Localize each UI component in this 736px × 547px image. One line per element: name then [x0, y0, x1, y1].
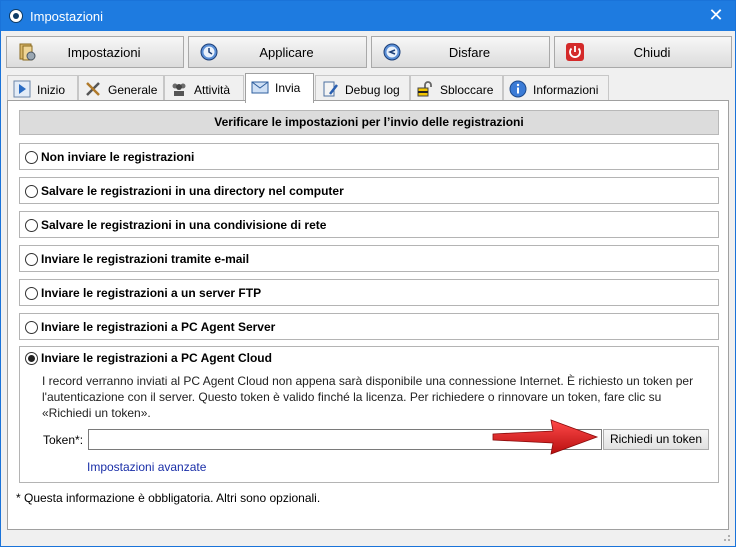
tab-debug-log[interactable]: Debug log [315, 75, 410, 101]
option-email[interactable]: Inviare le registrazioni tramite e-mail [19, 245, 719, 272]
envelope-icon [251, 81, 269, 94]
option-label: Salvare le registrazioni in una condivis… [41, 218, 327, 232]
app-logo-icon [9, 9, 23, 23]
impostazioni-button[interactable]: Impostazioni [6, 36, 184, 68]
option-no-send[interactable]: Non inviare le registrazioni [19, 143, 719, 170]
info-icon [509, 80, 527, 98]
disfare-button[interactable]: Disfare [371, 36, 550, 68]
tab-sbloccare[interactable]: Sbloccare [410, 75, 503, 101]
tab-informazioni[interactable]: Informazioni [503, 75, 609, 101]
tab-sbloccare-label: Sbloccare [440, 83, 494, 97]
radio-directory[interactable] [25, 185, 38, 198]
option-label: Inviare le registrazioni a PC Agent Serv… [41, 320, 276, 334]
tab-informazioni-label: Informazioni [533, 83, 599, 97]
radio-agent-server[interactable] [25, 321, 38, 334]
resize-grip-icon[interactable] [721, 532, 731, 542]
tab-attivita-label: Attività [194, 83, 231, 97]
impostazioni-label: Impostazioni [67, 45, 141, 60]
request-token-button[interactable]: Richiedi un token [603, 429, 709, 450]
token-label: Token*: [43, 433, 84, 447]
option-directory[interactable]: Salvare le registrazioni in una director… [19, 177, 719, 204]
option-cloud-label[interactable]: Inviare le registrazioni a PC Agent Clou… [41, 351, 272, 365]
chiudi-label: Chiudi [633, 45, 671, 60]
applicare-button[interactable]: Applicare [188, 36, 367, 68]
tab-invia-label: Invia [275, 81, 301, 95]
advanced-settings-link[interactable]: Impostazioni avanzate [87, 460, 206, 474]
document-pen-icon [323, 81, 338, 97]
chiudi-button[interactable]: Chiudi [554, 36, 732, 68]
option-ftp[interactable]: Inviare le registrazioni a un server FTP [19, 279, 719, 306]
option-label: Inviare le registrazioni tramite e-mail [41, 252, 250, 266]
option-label: Salvare le registrazioni in una director… [41, 184, 344, 198]
settings-window: Impostazioni ✕ Impostazioni Applicare Di… [0, 0, 736, 547]
option-agent-server[interactable]: Inviare le registrazioni a PC Agent Serv… [19, 313, 719, 340]
window-title: Impostazioni [30, 9, 103, 24]
applicare-label: Applicare [259, 45, 314, 60]
close-window-button[interactable]: ✕ [703, 5, 729, 27]
radio-no-send[interactable] [25, 151, 38, 164]
users-icon [172, 83, 186, 96]
title-bar: Impostazioni ✕ [1, 1, 735, 31]
red-arrow-annotation [492, 419, 599, 455]
tools-icon [86, 82, 100, 96]
radio-email[interactable] [25, 253, 38, 266]
option-agent-cloud: Inviare le registrazioni a PC Agent Clou… [19, 346, 719, 483]
tab-debug-log-label: Debug log [345, 83, 400, 97]
radio-network-share[interactable] [25, 219, 38, 232]
disfare-label: Disfare [448, 45, 491, 60]
radio-ftp[interactable] [25, 287, 38, 300]
section-header: Verificare le impostazioni per l’invio d… [19, 110, 719, 135]
tab-invia[interactable]: Invia [245, 73, 314, 103]
tab-generale[interactable]: Generale [78, 75, 164, 101]
required-footnote: * Questa informazione è obbligatoria. Al… [16, 491, 321, 505]
option-label: Inviare le registrazioni a un server FTP [41, 286, 262, 300]
tab-generale-label: Generale [108, 83, 158, 97]
play-icon [13, 80, 31, 98]
tab-attivita[interactable]: Attività [164, 75, 244, 101]
radio-agent-cloud[interactable] [25, 352, 38, 365]
option-network-share[interactable]: Salvare le registrazioni in una condivis… [19, 211, 719, 238]
option-label: Non inviare le registrazioni [41, 150, 195, 164]
invia-panel: Verificare le impostazioni per l’invio d… [7, 100, 729, 530]
cloud-description: I record verranno inviati al PC Agent Cl… [42, 374, 694, 420]
tab-inizio-label: Inizio [37, 83, 66, 97]
unlock-icon [417, 81, 432, 97]
tab-inizio[interactable]: Inizio [7, 75, 78, 101]
